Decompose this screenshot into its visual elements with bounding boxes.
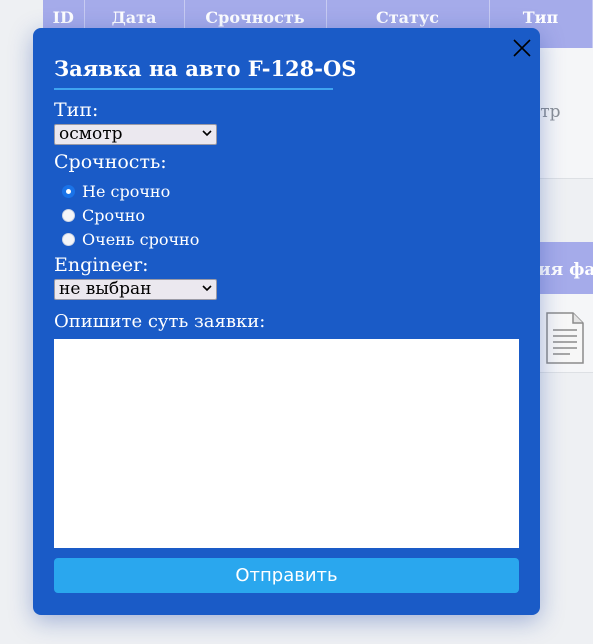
engineer-select[interactable]: не выбран <box>54 279 217 300</box>
radio-label: Не срочно <box>82 181 171 201</box>
urgency-label: Срочность: <box>54 151 167 173</box>
request-modal: Заявка на авто F-128-OS Тип: осмотр Сроч… <box>33 28 540 615</box>
description-textarea[interactable] <box>54 339 519 548</box>
engineer-label: Engineer: <box>54 254 149 276</box>
description-label: Опишите суть заявки: <box>54 311 266 332</box>
close-icon <box>513 39 531 57</box>
submit-button[interactable]: Отправить <box>54 558 519 593</box>
title-underline <box>54 88 333 90</box>
close-button[interactable] <box>511 37 533 59</box>
urgency-option-very-urgent[interactable]: Очень срочно <box>62 229 199 249</box>
radio-not-urgent[interactable] <box>62 184 75 198</box>
chevron-down-icon <box>202 130 212 137</box>
urgency-option-not-urgent[interactable]: Не срочно <box>62 181 170 201</box>
radio-very-urgent[interactable] <box>62 232 75 246</box>
modal-title: Заявка на авто F-128-OS <box>54 56 357 81</box>
radio-label: Очень срочно <box>82 229 200 249</box>
type-label: Тип: <box>54 99 99 121</box>
type-select-value: осмотр <box>59 124 123 144</box>
engineer-select-value: не выбран <box>59 279 152 299</box>
radio-urgent[interactable] <box>62 208 75 222</box>
radio-label: Срочно <box>82 205 145 225</box>
type-select[interactable]: осмотр <box>54 124 217 145</box>
document-icon[interactable] <box>546 312 584 364</box>
chevron-down-icon <box>202 285 212 292</box>
urgency-option-urgent[interactable]: Срочно <box>62 205 145 225</box>
